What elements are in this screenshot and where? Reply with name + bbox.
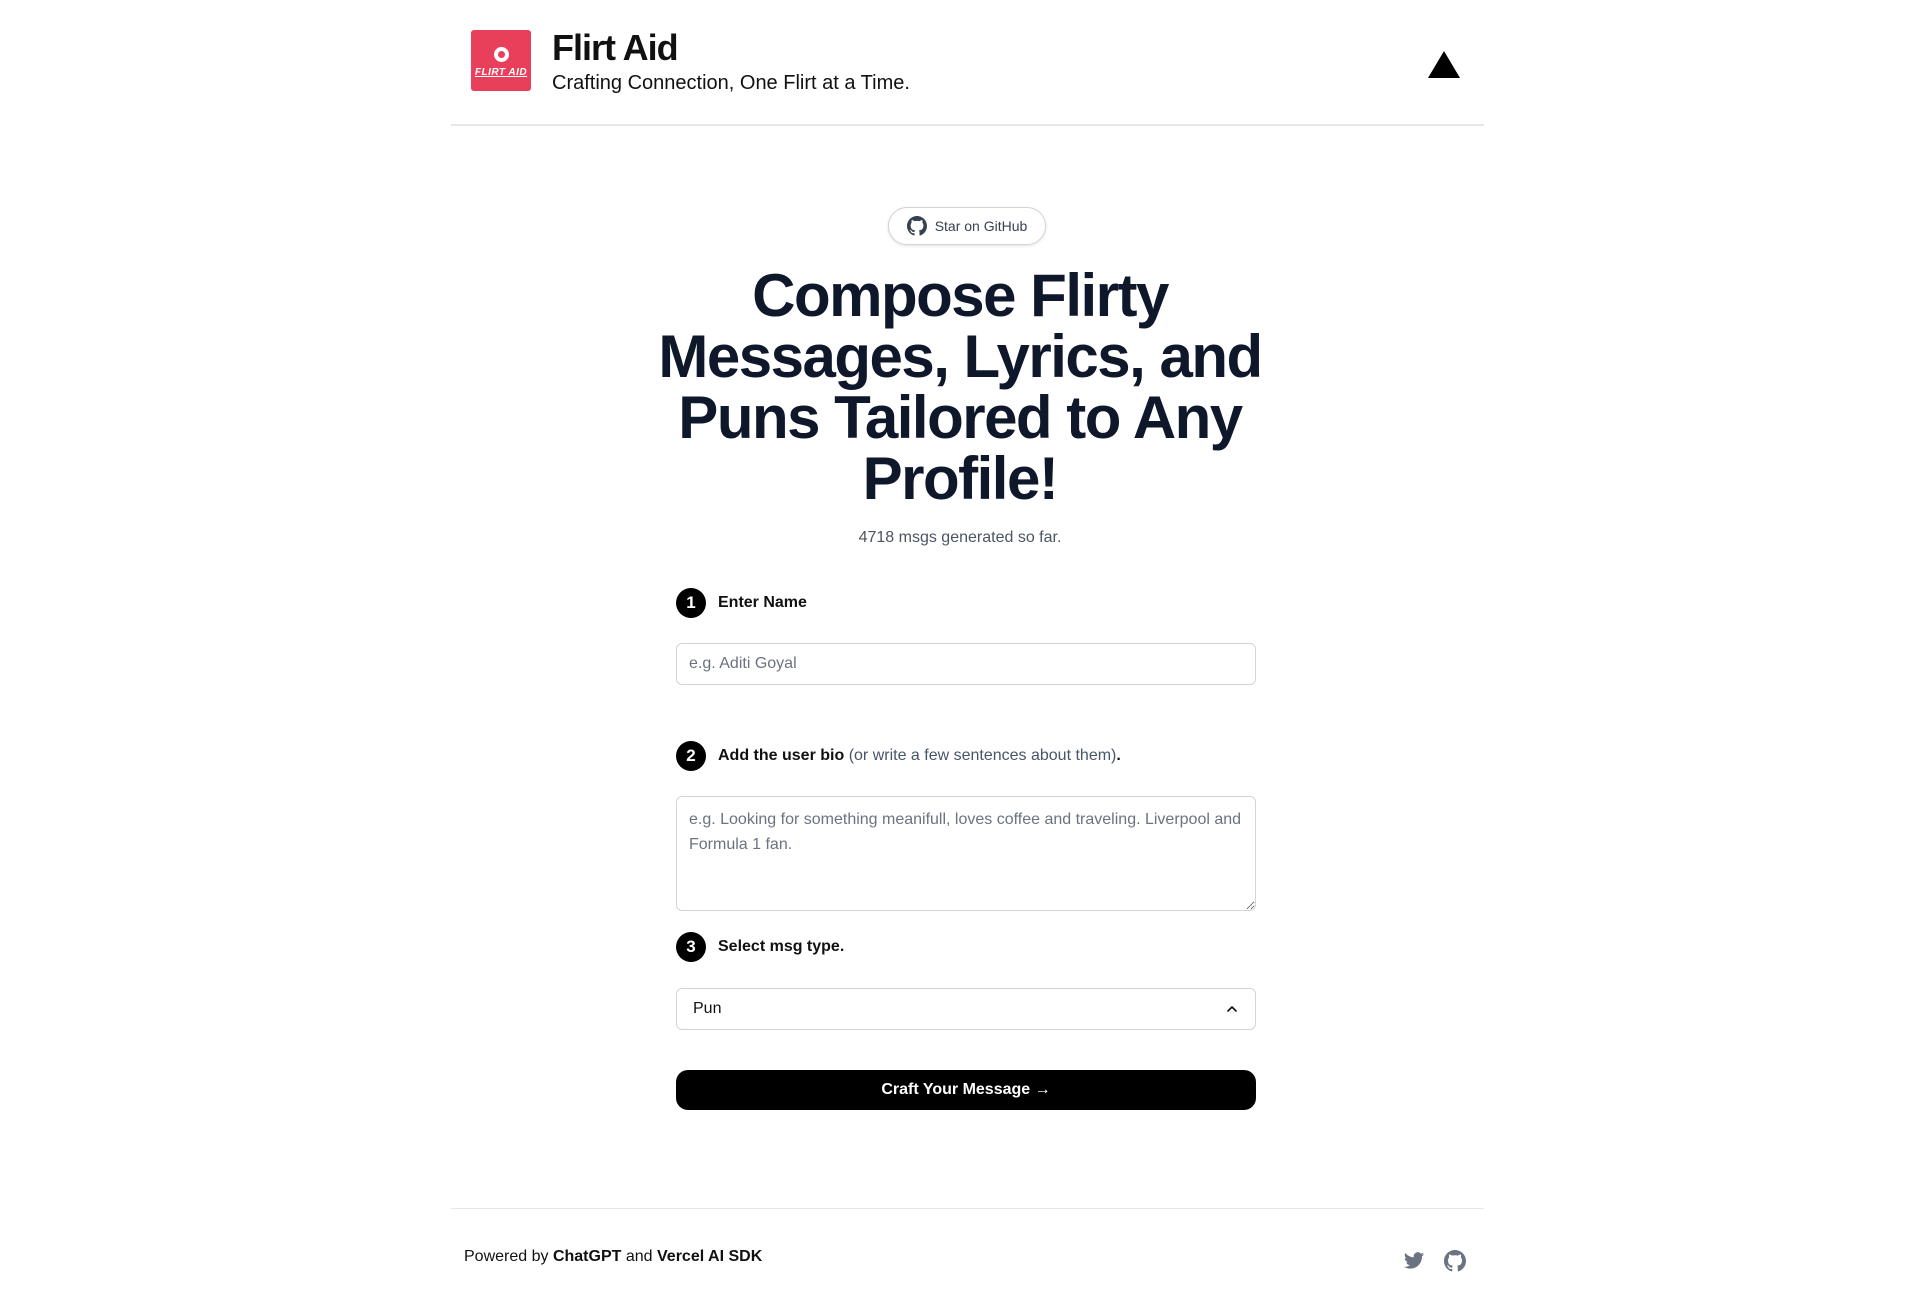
step-2-label: 2 Add the user bio (or write a few sente…	[676, 741, 1121, 771]
chat-bubble-icon	[493, 47, 509, 62]
chatgpt-link[interactable]: ChatGPT	[553, 1248, 621, 1265]
name-input[interactable]	[676, 643, 1256, 685]
powered-and: and	[625, 1248, 653, 1265]
site-header: FLIRT AID Flirt Aid Crafting Connection,…	[451, 0, 1484, 126]
flirt-aid-logo[interactable]: FLIRT AID	[471, 30, 531, 91]
vercel-ai-sdk-link[interactable]: Vercel AI SDK	[657, 1248, 762, 1265]
step-label: Add the user bio	[718, 747, 845, 764]
step-label: Enter Name	[718, 594, 807, 611]
messages-counter: 4718 msgs generated so far.	[858, 529, 1062, 546]
github-icon[interactable]	[1444, 1250, 1466, 1272]
step-number-badge: 3	[676, 932, 706, 962]
bio-textarea[interactable]	[676, 796, 1256, 911]
step-number-badge: 1	[676, 588, 706, 618]
craft-message-button[interactable]: Craft Your Message →	[676, 1070, 1256, 1110]
app-subtitle: Crafting Connection, One Flirt at a Time…	[552, 72, 910, 94]
twitter-icon[interactable]	[1403, 1250, 1425, 1272]
github-icon	[906, 216, 927, 236]
msg-type-selected-value: Pun	[693, 1000, 722, 1017]
powered-by-text: Powered by ChatGPT and Vercel AI SDK	[464, 1248, 762, 1266]
app-title: Flirt Aid	[552, 27, 679, 68]
step-hint: (or write a few sentences about them)	[848, 747, 1117, 764]
logo-text: FLIRT AID	[474, 67, 528, 78]
step-label: Select msg type.	[718, 938, 845, 955]
step-3-label: 3 Select msg type.	[676, 932, 844, 962]
star-on-github-button[interactable]: Star on GitHub	[888, 207, 1046, 245]
step-1-label: 1 Enter Name	[676, 588, 807, 618]
msg-type-select[interactable]: Pun	[676, 988, 1256, 1030]
powered-prefix: Powered by	[464, 1248, 549, 1265]
hero-title: Compose Flirty Messages, Lyrics, and Pun…	[658, 262, 1263, 512]
site-footer: Powered by ChatGPT and Vercel AI SDK	[451, 1208, 1484, 1291]
step-number-badge: 2	[676, 741, 706, 771]
chevron-up-icon	[1227, 1006, 1237, 1012]
vercel-triangle-icon[interactable]	[1428, 51, 1460, 78]
step-suffix: .	[1116, 747, 1121, 764]
star-on-github-label: Star on GitHub	[934, 218, 1028, 234]
